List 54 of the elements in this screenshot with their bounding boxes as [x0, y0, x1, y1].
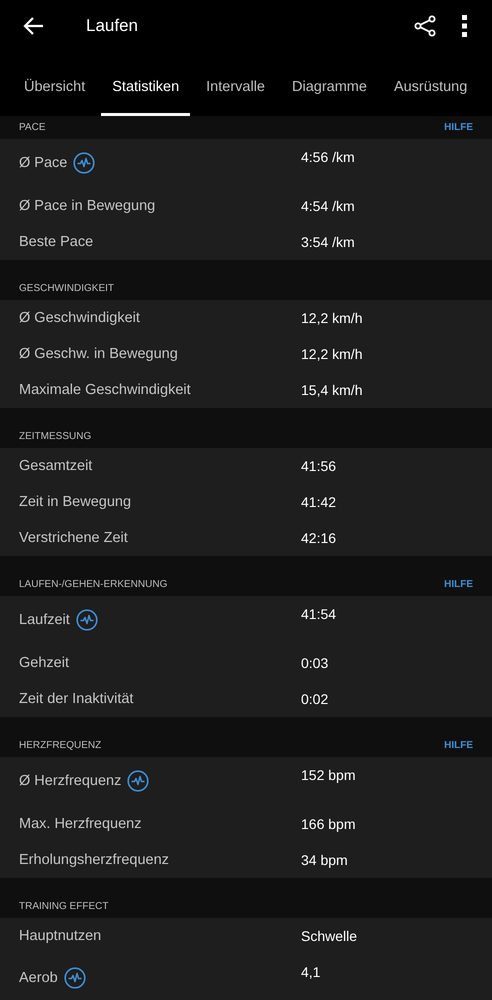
pulse-chart-icon[interactable] — [64, 967, 86, 989]
tab[interactable]: Diagramme — [281, 52, 378, 116]
section-heading: PACE — [19, 122, 46, 133]
stat-label: Ø Herzfrequenz — [19, 773, 122, 789]
stat-label: Gehzeit — [19, 655, 69, 671]
section-heading: GESCHWINDIGKEIT — [19, 283, 114, 294]
stat-value: 34 bpm — [301, 852, 348, 868]
stat-value: 42:16 — [301, 530, 336, 546]
stat-label: Ø Geschw. in Bewegung — [19, 346, 178, 362]
stat-value: 41:42 — [301, 494, 336, 510]
stat-label: Maximale Geschwindigkeit — [19, 382, 191, 398]
stat-label: Ø Pace — [19, 155, 68, 171]
help-link[interactable]: HILFE — [444, 122, 473, 133]
stat-label: Aerob — [19, 970, 58, 986]
stat-label: Zeit in Bewegung — [19, 494, 132, 510]
stat-value: 15,4 km/h — [301, 382, 362, 398]
stat-value: 41:56 — [301, 458, 336, 474]
stat-value: 0:02 — [301, 691, 328, 707]
section-heading: TRAINING EFFECT — [19, 901, 108, 912]
stat-label: Verstrichene Zeit — [19, 530, 128, 546]
stat-value: 3:54 /km — [301, 234, 355, 250]
stat-value: 0:03 — [301, 655, 328, 671]
stat-value: Schwelle — [301, 928, 358, 944]
section-heading: HERZFREQUENZ — [19, 740, 102, 751]
stat-label: Max. Herzfrequenz — [19, 816, 142, 832]
stat-value: 4:54 /km — [301, 198, 355, 214]
stat-value: 12,2 km/h — [301, 346, 362, 362]
pulse-chart-icon[interactable] — [127, 770, 150, 792]
more-menu-button[interactable] — [460, 13, 470, 39]
stat-value: 4,1 — [301, 963, 320, 980]
pulse-chart-icon[interactable] — [76, 609, 98, 631]
stat-value: 4:56 /km — [301, 148, 355, 165]
help-link[interactable]: HILFE — [444, 579, 473, 590]
stat-value: 41:54 — [301, 605, 336, 622]
tab[interactable]: Intervalle — [195, 52, 276, 116]
stat-label: Gesamtzeit — [19, 458, 92, 474]
section-heading: ZEITMESSUNG — [19, 431, 92, 442]
stat-label: Ø Geschwindigkeit — [19, 310, 140, 326]
stat-value: 152 bpm — [301, 766, 356, 783]
stat-label: Beste Pace — [19, 234, 94, 250]
stat-label: Laufzeit — [19, 612, 70, 628]
share-button[interactable] — [412, 13, 438, 39]
section-heading: LAUFEN-/GEHEN-ERKENNUNG — [19, 579, 168, 590]
tab[interactable]: Ausrüstung — [382, 52, 478, 116]
stat-value: 166 bpm — [301, 816, 356, 832]
tab[interactable]: Übersicht — [13, 52, 96, 116]
pulse-chart-icon[interactable] — [73, 152, 96, 174]
stat-label: Ø Pace in Bewegung — [19, 198, 156, 214]
stat-label: Hauptnutzen — [19, 928, 102, 944]
help-link[interactable]: HILFE — [444, 740, 473, 751]
screen-title: Laufen — [86, 16, 139, 36]
stat-label: Zeit der Inaktivität — [19, 691, 134, 707]
stat-value: 12,2 km/h — [301, 310, 362, 326]
stat-label: Erholungsherzfrequenz — [19, 852, 169, 868]
